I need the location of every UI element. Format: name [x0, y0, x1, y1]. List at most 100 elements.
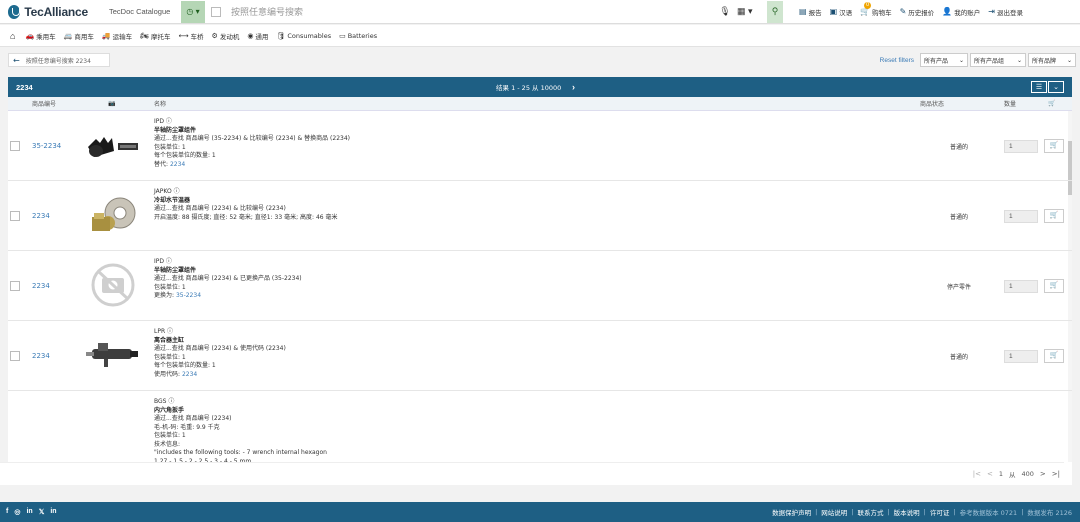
- quantity-input[interactable]: 1: [1004, 140, 1038, 153]
- col-name[interactable]: 名称: [154, 99, 166, 108]
- next-page-arrow-icon[interactable]: ›: [572, 82, 575, 92]
- category-truck[interactable]: 🚚 运输车: [102, 31, 132, 41]
- product-image[interactable]: [84, 331, 142, 379]
- table-row[interactable]: 35-2234 IPD ⓘ 半轴防尘罩组件 通过...查找 商品编号 (35-2234…: [8, 111, 1072, 181]
- product-thumbnail-boot: [88, 137, 138, 157]
- product-image[interactable]: [84, 191, 142, 239]
- search-input[interactable]: 按照任意编号搜索: [229, 1, 719, 23]
- prev-page-icon[interactable]: <: [987, 470, 993, 478]
- add-to-cart-button[interactable]: 🛒: [1044, 279, 1064, 293]
- last-page-icon[interactable]: >|: [1052, 470, 1060, 478]
- product-group-filter-dropdown[interactable]: 所有产品组 ⌄: [970, 53, 1026, 67]
- info-icon[interactable]: ⓘ: [164, 118, 172, 125]
- product-title[interactable]: 半轴防尘罩组件: [154, 267, 302, 276]
- category-motorcycle[interactable]: 🏍 摩托车: [140, 31, 170, 41]
- product-attribute: "includes the following tools: - 7 wrenc…: [154, 449, 327, 458]
- quantity-input[interactable]: 1: [1004, 350, 1038, 363]
- related-part-link[interactable]: 35-2234: [176, 292, 201, 299]
- category-engine[interactable]: ⚙ 发动机: [212, 31, 240, 41]
- instagram-icon[interactable]: ◎: [14, 508, 20, 516]
- product-title[interactable]: 离合器主缸: [154, 337, 286, 346]
- twitter-icon[interactable]: 𝕏: [39, 508, 45, 516]
- table-row[interactable]: 2234 LPR ⓘ 离合器主缸 通过...查找 商品编号 (2234) & 使用代码…: [8, 321, 1072, 391]
- related-part-link[interactable]: 2234: [182, 371, 197, 378]
- category-universal[interactable]: ◉ 通用: [247, 31, 268, 41]
- category-commercial-vehicle[interactable]: 🚐 商用车: [64, 31, 94, 41]
- footer-link[interactable]: 许可证: [926, 507, 954, 517]
- attribute-text: 通过...查找 商品编号 (35-2234) & 比较编号 (2234) & 替…: [154, 135, 350, 142]
- add-to-cart-button[interactable]: 🛒: [1044, 139, 1064, 153]
- category-label: Batteries: [347, 31, 378, 40]
- category-batteries[interactable]: ▭ Batteries: [339, 32, 377, 40]
- brand-name[interactable]: JAPKO ⓘ: [154, 188, 338, 197]
- row-checkbox[interactable]: [10, 351, 20, 361]
- account-icon: 👤: [942, 7, 953, 16]
- next-page-icon[interactable]: >: [1040, 470, 1046, 478]
- tecalliance-logo[interactable]: TecAlliance: [8, 4, 88, 19]
- info-icon[interactable]: ⓘ: [164, 258, 172, 265]
- row-checkbox[interactable]: [10, 281, 20, 291]
- list-view-icon[interactable]: ☰: [1031, 81, 1047, 93]
- product-image[interactable]: [84, 261, 142, 309]
- attribute-text: 替代:: [154, 160, 170, 168]
- product-title[interactable]: 内六角扳手: [154, 407, 327, 416]
- top-link-history-price[interactable]: ✎ 历史报价: [900, 7, 935, 17]
- brand-name[interactable]: BGS ⓘ: [154, 398, 327, 407]
- part-number-link[interactable]: 35-2234: [32, 142, 61, 150]
- footer-link[interactable]: 网站说明: [817, 507, 851, 517]
- row-checkbox[interactable]: [10, 211, 20, 221]
- top-link-cart[interactable]: 🛒 0 购物车: [860, 2, 892, 17]
- part-number-link[interactable]: 2234: [32, 212, 50, 220]
- info-icon[interactable]: ⓘ: [165, 328, 173, 335]
- table-row[interactable]: BGS ⓘ 内六角扳手 通过...查找 商品编号 (2234) 毛-机-码: 毛重: …: [8, 391, 1072, 462]
- grid-dropdown-button[interactable]: ▦ ▾: [737, 6, 761, 17]
- footer-link[interactable]: 版本说明: [890, 507, 924, 517]
- col-part-no[interactable]: 商品编号: [32, 99, 56, 108]
- product-attribute: 包装单位: 1: [154, 284, 302, 293]
- top-link-account[interactable]: 👤 我的账户: [942, 7, 980, 17]
- category-consumables[interactable]: 🛢 Consumables: [276, 32, 331, 40]
- reset-filters-link[interactable]: Reset filters: [880, 57, 914, 64]
- facebook-icon[interactable]: f: [6, 508, 8, 516]
- table-row[interactable]: 2234 JAPKO ⓘ 冷却水节温器 通过...查找 商品编号 (2234) & 比…: [8, 181, 1072, 251]
- add-to-cart-button[interactable]: 🛒: [1044, 349, 1064, 363]
- category-axle[interactable]: ⟷ 车桥: [178, 31, 203, 41]
- category-car[interactable]: 🚗 乘用车: [25, 31, 55, 41]
- row-checkbox[interactable]: [10, 141, 20, 151]
- search-button[interactable]: ⚲: [767, 0, 783, 23]
- first-page-icon[interactable]: |<: [973, 470, 981, 478]
- back-breadcrumb[interactable]: ← 按照任意编号搜索 2234: [8, 53, 110, 67]
- part-number-link[interactable]: 2234: [32, 282, 50, 290]
- product-title[interactable]: 冷却水节温器: [154, 197, 338, 206]
- home-icon[interactable]: ⌂: [10, 31, 15, 41]
- footer-link[interactable]: 联系方式: [853, 507, 887, 517]
- top-link-report[interactable]: ▤ 报告: [799, 7, 822, 17]
- info-icon[interactable]: ⓘ: [172, 188, 180, 195]
- search-checkbox[interactable]: [211, 6, 221, 17]
- top-link-language[interactable]: ▣ 汉语: [830, 7, 853, 17]
- view-toggle: ☰ ⌄: [1031, 81, 1064, 93]
- quantity-input[interactable]: 1: [1004, 210, 1038, 223]
- product-image[interactable]: [84, 121, 142, 169]
- table-row[interactable]: 2234 IPD ⓘ 半轴防尘罩组件 通过...查找 商品编号 (2234) & 已更…: [8, 251, 1072, 321]
- product-filter-dropdown[interactable]: 所有产品 ⌄: [920, 53, 968, 67]
- brand-name[interactable]: LPR ⓘ: [154, 328, 286, 337]
- add-to-cart-button[interactable]: 🛒: [1044, 209, 1064, 223]
- results-list[interactable]: 35-2234 IPD ⓘ 半轴防尘罩组件 通过...查找 商品编号 (35-2234…: [8, 111, 1072, 462]
- brand-name[interactable]: IPD ⓘ: [154, 258, 302, 267]
- history-dropdown-button[interactable]: ◷ ▾: [181, 0, 205, 23]
- brand-name[interactable]: IPD ⓘ: [154, 118, 350, 127]
- footer-link[interactable]: 数据保护声明: [768, 507, 815, 517]
- quantity-input[interactable]: 1: [1004, 280, 1038, 293]
- linkedin-alt-icon[interactable]: in: [50, 508, 56, 516]
- product-title[interactable]: 半轴防尘罩组件: [154, 127, 350, 136]
- info-icon[interactable]: ⓘ: [166, 398, 174, 405]
- microphone-icon[interactable]: 🎙: [719, 6, 731, 17]
- product-info: IPD ⓘ 半轴防尘罩组件 通过...查找 商品编号 (35-2234) & 比较编…: [154, 118, 350, 169]
- top-link-logout[interactable]: ⇥ 退出登录: [988, 7, 1023, 17]
- brand-filter-dropdown[interactable]: 所有品牌 ⌄: [1028, 53, 1076, 67]
- part-number-link[interactable]: 2234: [32, 352, 50, 360]
- linkedin-icon[interactable]: in: [26, 508, 32, 516]
- related-part-link[interactable]: 2234: [170, 161, 185, 168]
- chevron-down-icon[interactable]: ⌄: [1048, 81, 1064, 93]
